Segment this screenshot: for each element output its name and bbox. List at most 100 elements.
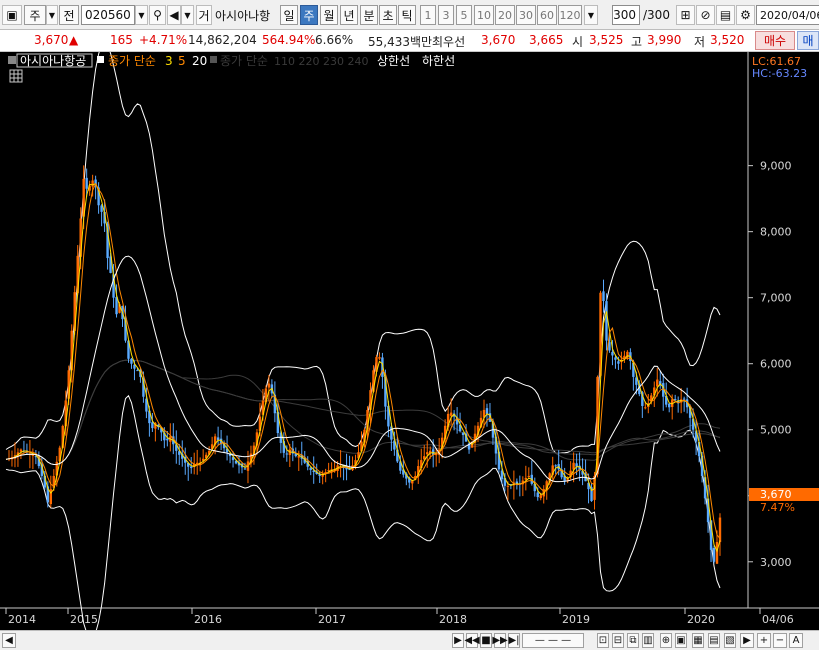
speaker-dropdown-icon[interactable]: ▼ <box>181 5 194 25</box>
candle-settings-icon[interactable]: ⊞ <box>676 5 695 25</box>
reset-zoom-icon[interactable]: A <box>789 633 803 648</box>
indicator-icon[interactable]: ▧ <box>724 633 736 648</box>
period-tab-tick[interactable]: 틱 <box>398 5 416 25</box>
interval-120[interactable]: 120 <box>558 5 582 25</box>
interval-dropdown-icon[interactable]: ▼ <box>584 5 598 25</box>
speaker-icon[interactable]: ◀ <box>167 5 181 25</box>
legend-ma-label: 종가 단순 <box>108 54 156 68</box>
speed-slider[interactable]: — — — <box>522 633 584 648</box>
legend-toggle-icon[interactable] <box>8 56 16 64</box>
candle-body <box>602 291 605 301</box>
no-draw-icon[interactable]: ⊘ <box>696 5 715 25</box>
period-select[interactable]: 전 <box>59 5 79 25</box>
y-tick-label: 8,000 <box>760 226 792 239</box>
legend-long-ma-toggle-icon[interactable] <box>210 56 217 63</box>
period-tab-second[interactable]: 초 <box>379 5 397 25</box>
legend-long-ma-periods: 110 220 230 240 <box>274 55 368 68</box>
legend-ma-toggle-icon[interactable] <box>97 56 104 63</box>
trade-amount: 55,433백만 <box>368 35 433 49</box>
open-label: 시 <box>572 35 584 49</box>
legend-ma-3: 3 <box>165 54 173 68</box>
market-select[interactable]: 주 <box>24 5 46 25</box>
copy-icon[interactable]: ⧉ <box>627 633 639 648</box>
candle-body <box>151 422 154 429</box>
candle-body <box>243 468 247 470</box>
candle-body <box>485 408 489 414</box>
candle-body <box>31 454 35 456</box>
grid-icon[interactable]: ▦ <box>692 633 704 648</box>
candle-body <box>297 456 300 458</box>
high-price: 3,990 <box>647 33 682 47</box>
layout-icon[interactable]: ▤ <box>708 633 720 648</box>
high-label: 고 <box>631 35 643 49</box>
zoom-out-icon[interactable]: − <box>773 633 787 648</box>
forward-icon[interactable]: ▶▶ <box>492 633 508 648</box>
price-axis <box>748 52 819 608</box>
candle-body <box>656 379 659 387</box>
play-icon[interactable]: ▶ <box>452 633 464 648</box>
scroll-left-icon[interactable]: ◀ <box>2 633 16 648</box>
interval-3[interactable]: 3 <box>438 5 454 25</box>
interval-60[interactable]: 60 <box>537 5 557 25</box>
period-tab-day[interactable]: 일 <box>280 5 298 25</box>
interval-30[interactable]: 30 <box>516 5 536 25</box>
candle-body <box>19 449 23 452</box>
interval-20[interactable]: 20 <box>495 5 515 25</box>
period-tab-month[interactable]: 월 <box>320 5 338 25</box>
window-icon[interactable]: ▣ <box>2 5 22 25</box>
candle-body <box>91 180 94 187</box>
name-prefix: 거 <box>196 5 212 25</box>
interval-10[interactable]: 10 <box>474 5 494 25</box>
candle-body <box>378 357 381 359</box>
candle-body <box>506 485 510 487</box>
y-tick-label: 9,000 <box>760 160 792 173</box>
buy-button[interactable]: 매수 <box>755 31 795 50</box>
best-bid-label: 최우선 <box>432 35 466 49</box>
candle-body <box>461 432 465 436</box>
fit-icon[interactable]: ▣ <box>675 633 687 648</box>
legend-ma-5: 5 <box>178 54 186 68</box>
candle-body <box>85 177 88 189</box>
interval-1[interactable]: 1 <box>420 5 436 25</box>
save-icon[interactable]: ▤ <box>716 5 735 25</box>
scroll-right-icon[interactable]: ▶ <box>740 633 754 648</box>
market-dropdown-icon[interactable]: ▼ <box>46 5 58 25</box>
period-tab-year[interactable]: 년 <box>340 5 358 25</box>
candle-body <box>130 358 133 364</box>
step-icon[interactable]: ▶| <box>508 633 520 648</box>
stock-code-input[interactable]: 020560 <box>81 5 135 25</box>
candle-body <box>190 466 193 469</box>
price-chart[interactable]: 9,0008,0007,0006,0005,0004,0003,000 2014… <box>0 52 819 630</box>
rewind-icon[interactable]: ◀◀ <box>464 633 480 648</box>
volume-ratio: 564.94% <box>262 33 316 47</box>
y-tick-label: 5,000 <box>760 424 792 437</box>
gear-icon[interactable]: ⚙ <box>736 5 755 25</box>
x-tick-label: 04/06 <box>762 613 794 626</box>
period-tab-minute[interactable]: 분 <box>360 5 378 25</box>
candle-body <box>524 477 528 480</box>
zoom-in-icon[interactable]: + <box>757 633 771 648</box>
zoom-icon[interactable]: ⊕ <box>660 633 672 648</box>
best-bid: 3,665 <box>529 33 564 47</box>
crosshair-icon[interactable]: ⊡ <box>597 633 609 648</box>
code-dropdown-icon[interactable]: ▼ <box>135 5 148 25</box>
bar-count-input[interactable]: 300 <box>612 5 640 25</box>
candle-body <box>673 399 677 401</box>
open-price: 3,525 <box>589 33 624 47</box>
volume: 14,862,204 <box>188 33 257 47</box>
sell-button[interactable]: 매 <box>797 31 819 50</box>
interval-5[interactable]: 5 <box>456 5 472 25</box>
period-tab-week[interactable]: 주 <box>300 5 318 25</box>
low-price: 3,520 <box>710 33 745 47</box>
bar-icon[interactable]: ▥ <box>642 633 654 648</box>
chart-toolbar: ▣ 주 ▼ 전 020560 ▼ ⚲ ◀ ▼ 거 아시아나항 일 주 월 년 분… <box>0 0 819 30</box>
candle-body <box>426 452 429 455</box>
candle-body <box>682 398 686 400</box>
date-input[interactable]: 2020/04/06 <box>756 5 819 25</box>
current-price: 3,670 <box>34 33 69 47</box>
split-icon[interactable]: ⊟ <box>612 633 624 648</box>
stop-icon[interactable]: ■ <box>480 633 492 648</box>
x-tick-label: 2014 <box>8 613 36 626</box>
hc-label: HC:-63.23 <box>752 67 807 80</box>
search-icon[interactable]: ⚲ <box>149 5 166 25</box>
